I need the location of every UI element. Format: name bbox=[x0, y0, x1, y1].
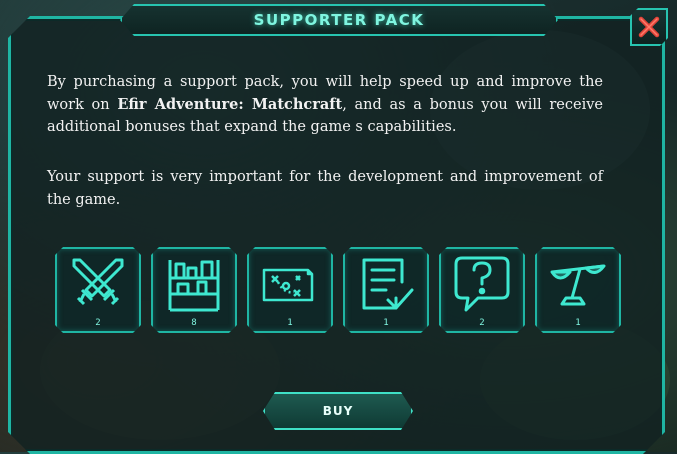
support-paragraph: Your support is very important for the d… bbox=[47, 169, 603, 208]
close-button[interactable] bbox=[630, 8, 668, 46]
reward-items: 2 8 1 1 2 1 bbox=[55, 247, 621, 329]
reward-item-swords[interactable]: 2 bbox=[55, 247, 141, 333]
item-count: 2 bbox=[95, 318, 101, 328]
close-icon bbox=[637, 15, 661, 39]
checklist-icon bbox=[356, 254, 416, 314]
treasure-map-icon bbox=[260, 254, 320, 314]
reward-item-shelves[interactable]: 8 bbox=[151, 247, 237, 333]
game-name: Efir Adventure: Matchcraft bbox=[117, 95, 343, 113]
buy-button[interactable]: BUY bbox=[263, 392, 413, 430]
item-count: 1 bbox=[575, 318, 581, 328]
reward-item-checklist[interactable]: 1 bbox=[343, 247, 429, 333]
item-count: 8 bbox=[191, 318, 197, 328]
item-count: 2 bbox=[479, 318, 485, 328]
item-count: 1 bbox=[383, 318, 389, 328]
crossed-swords-icon bbox=[68, 254, 128, 314]
scales-icon bbox=[548, 254, 608, 314]
shelves-icon bbox=[164, 254, 224, 314]
title-bar: SUPPORTER PACK bbox=[120, 4, 558, 36]
dialog-title: SUPPORTER PACK bbox=[253, 11, 425, 29]
buy-button-label: BUY bbox=[322, 404, 354, 418]
question-bubble-icon bbox=[452, 254, 512, 314]
reward-item-scales[interactable]: 1 bbox=[535, 247, 621, 333]
item-count: 1 bbox=[287, 318, 293, 328]
reward-item-question[interactable]: 2 bbox=[439, 247, 525, 333]
description-paragraph: By purchasing a support pack, you will h… bbox=[47, 71, 603, 139]
reward-item-map[interactable]: 1 bbox=[247, 247, 333, 333]
